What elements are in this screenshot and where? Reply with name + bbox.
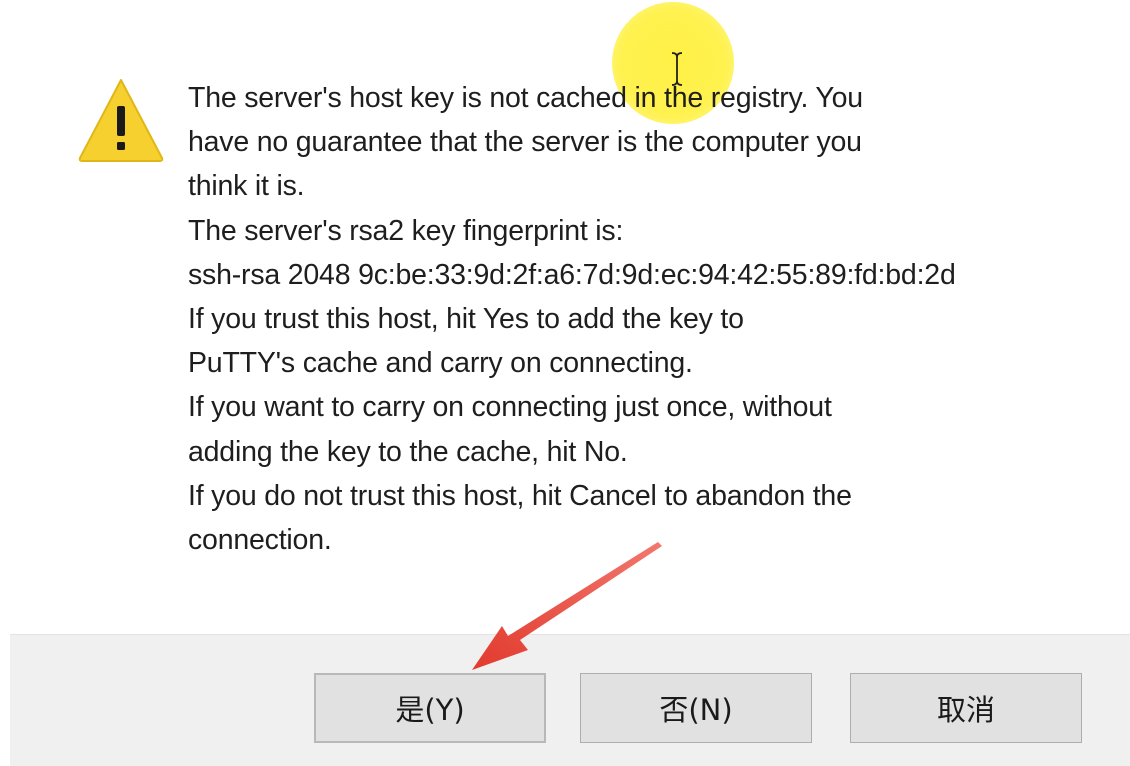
warning-icon <box>78 79 164 162</box>
no-button[interactable]: 否(N) <box>580 673 812 743</box>
button-bar: 是(Y) 否(N) 取消 <box>10 634 1130 766</box>
message-line: If you trust this host, hit Yes to add t… <box>188 303 744 336</box>
message-line: think it is. <box>188 170 305 203</box>
message-line: The server's host key is not cached in t… <box>188 82 863 114</box>
cancel-button[interactable]: 取消 <box>850 673 1082 743</box>
message-line: The server's rsa2 key fingerprint is: <box>188 214 624 247</box>
dialog-content: The server's host key is not cached in t… <box>0 0 1130 634</box>
message-line: If you want to carry on connecting just … <box>188 391 832 424</box>
message-line: PuTTY's cache and carry on connecting. <box>188 347 693 380</box>
message-line: connection. <box>188 524 332 557</box>
message-line: have no guarantee that the server is the… <box>188 126 862 159</box>
putty-security-alert-dialog: The server's host key is not cached in t… <box>0 0 1130 766</box>
fingerprint-line: ssh-rsa 2048 9c:be:33:9d:2f:a6:7d:9d:ec:… <box>188 258 956 291</box>
yes-button[interactable]: 是(Y) <box>314 673 546 743</box>
message-line: If you do not trust this host, hit Cance… <box>188 479 852 512</box>
text-cursor-icon <box>671 52 683 86</box>
alert-message: The server's host key is not cached in t… <box>188 76 1088 562</box>
message-line: adding the key to the cache, hit No. <box>188 435 628 468</box>
